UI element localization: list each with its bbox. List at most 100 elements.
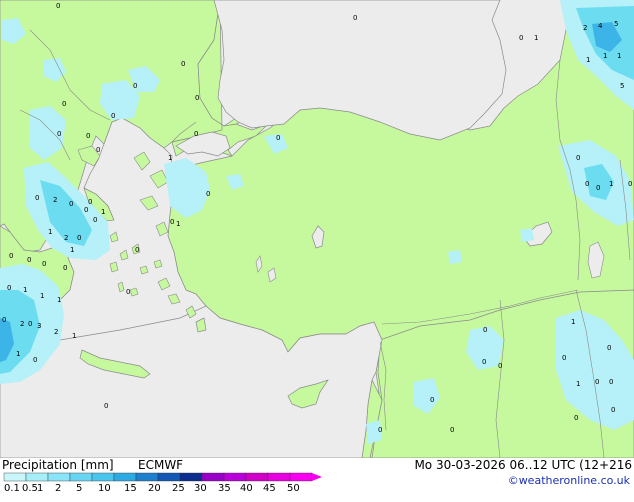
precip-value: 0 [88, 198, 92, 206]
precip-value: 0 [595, 378, 599, 386]
precip-value: 1 [101, 208, 105, 216]
precip-value: 1 [176, 220, 180, 228]
precip-value: 0 [33, 356, 37, 364]
precip-value: 0 [562, 354, 566, 362]
precipitation-legend: 0.1 0.5 1 2 5 10 15 20 25 30 35 40 45 50 [3, 472, 322, 494]
legend-swatch [3, 472, 27, 482]
legend-swatch [25, 472, 49, 482]
legend-tick-label: 50 [287, 483, 300, 494]
precip-value: 0 [574, 414, 578, 422]
legend-swatch [91, 472, 115, 482]
precip-value: 1 [576, 380, 580, 388]
legend-swatch [267, 472, 291, 482]
precip-value: 0 [84, 206, 88, 214]
precip-value: 0 [276, 134, 280, 142]
precip-value: 0 [62, 100, 66, 108]
precip-value: 0 [77, 234, 81, 242]
precip-value: 0 [135, 246, 139, 254]
precip-value: 2 [53, 196, 57, 204]
precip-value: 0 [585, 180, 589, 188]
legend-swatch [223, 472, 247, 482]
precip-value: 2 [64, 234, 68, 242]
precip-value: 0 [126, 288, 130, 296]
legend-tick-label: 45 [263, 483, 276, 494]
precip-value: 3 [37, 322, 41, 330]
precip-value: 0 [2, 316, 6, 324]
precip-value: 0 [28, 320, 32, 328]
precip-value: 1 [586, 56, 590, 64]
legend-tick-label: 5 [76, 483, 82, 494]
precip-value: 0 [195, 94, 199, 102]
precip-value: 0 [7, 284, 11, 292]
precip-value: 1 [617, 52, 621, 60]
precip-value: 0 [56, 2, 60, 10]
precip-value: 0 [63, 264, 67, 272]
legend-tick-label: 0.1 [4, 483, 20, 494]
precip-value: 0 [498, 362, 502, 370]
precip-value: 2 [54, 328, 58, 336]
legend-tick-label: 1 [37, 483, 43, 494]
precip-value: 0 [353, 14, 357, 22]
precip-value: 1 [534, 34, 538, 42]
precip-value: 0 [104, 402, 108, 410]
legend-tick-label: 25 [172, 483, 185, 494]
precip-value: 0 [206, 190, 210, 198]
valid-time-label: Mo 30-03-2026 06..12 UTC (12+216 [414, 458, 632, 472]
footer-bar: Precipitation [mm] ECMWF Mo 30-03-2026 0… [0, 458, 634, 494]
precip-value: 0 [69, 200, 73, 208]
precip-value: 0 [430, 396, 434, 404]
legend-swatch [113, 472, 137, 482]
precip-value: 1 [57, 296, 61, 304]
precip-value: 1 [603, 52, 607, 60]
precip-value: 0 [96, 146, 100, 154]
precip-value: 0 [133, 82, 137, 90]
legend-tick-label: 40 [240, 483, 253, 494]
precip-value: 0 [93, 216, 97, 224]
precip-value: 0 [450, 426, 454, 434]
precip-value: 1 [70, 246, 74, 254]
precip-value: 1 [48, 228, 52, 236]
precip-value: 4 [598, 22, 603, 30]
precip-value: 1 [571, 318, 575, 326]
precip-value: 1 [72, 332, 76, 340]
legend-swatch [179, 472, 203, 482]
precip-value: 0 [86, 132, 90, 140]
legend-swatch [245, 472, 269, 482]
precip-value: 0 [181, 60, 185, 68]
precip-value: 0 [35, 194, 39, 202]
precip-value: 5 [614, 20, 618, 28]
precip-value: 5 [620, 82, 624, 90]
legend-swatch [47, 472, 71, 482]
precipitation-map: 002 4 510101 1500000 001 00 010 2 00 10012 000 0 0 00… [0, 0, 634, 458]
credit-label: ©weatheronline.co.uk [507, 474, 630, 487]
legend-tick-label: 15 [124, 483, 137, 494]
precip-value: 0 [111, 112, 115, 120]
precip-value: 2 [20, 320, 24, 328]
precip-value: 0 [596, 184, 600, 192]
precip-value: 2 [583, 24, 587, 32]
precip-value: 0 [170, 218, 174, 226]
precip-value: 1 [609, 180, 613, 188]
legend-swatch [289, 472, 313, 482]
legend-tick-label: 20 [148, 483, 161, 494]
precip-value: 0 [194, 130, 198, 138]
precip-value: 0 [607, 344, 611, 352]
precip-value: 1 [23, 286, 27, 294]
precip-value: 0 [9, 252, 13, 260]
precip-value: 0 [576, 154, 580, 162]
precip-value: 0 [27, 256, 31, 264]
legend-swatch [69, 472, 93, 482]
legend-tick-label: 2 [55, 483, 61, 494]
precip-value: 0 [482, 358, 486, 366]
legend-swatch [135, 472, 159, 482]
legend-tick-label: 35 [218, 483, 231, 494]
legend-overflow-arrow [312, 473, 322, 481]
precip-value: 0 [611, 406, 615, 414]
precip-value: 1 [40, 292, 44, 300]
model-label: ECMWF [138, 458, 184, 472]
precip-value: 0 [609, 378, 613, 386]
legend-swatch [157, 472, 181, 482]
product-label: Precipitation [mm] [2, 458, 114, 472]
precip-value: 1 [168, 154, 172, 162]
precip-value: 0 [57, 130, 61, 138]
